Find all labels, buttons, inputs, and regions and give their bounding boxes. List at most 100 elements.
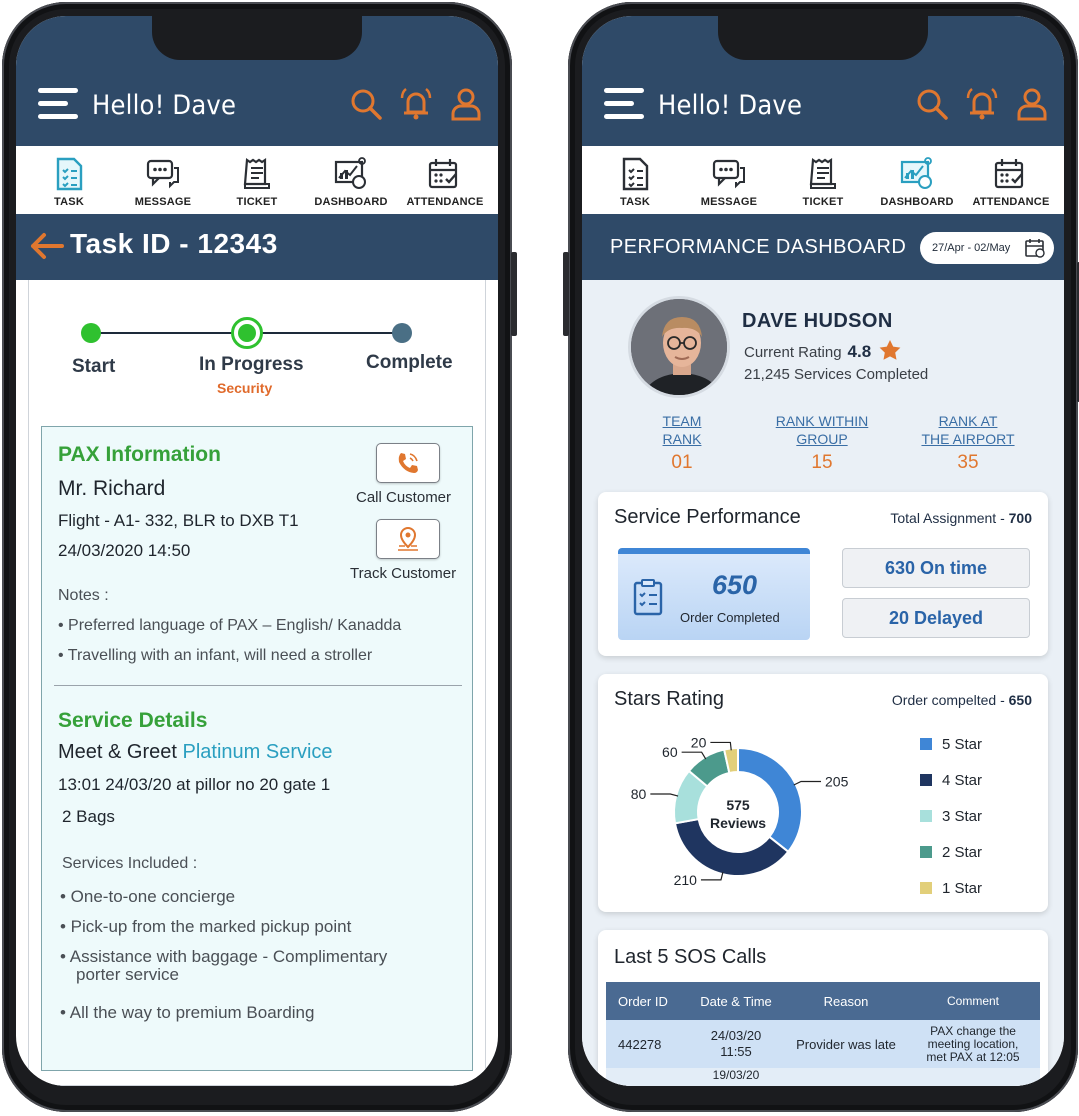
nav-task[interactable]: TASK	[25, 156, 113, 208]
nav-message[interactable]: MESSAGE	[685, 156, 773, 208]
included-2: • Pick-up from the marked pickup point	[60, 917, 352, 936]
step-start-label: Start	[72, 356, 116, 377]
donut-leader-line	[793, 780, 822, 786]
airport-rank[interactable]: RANK AT THE AIRPORT 35	[898, 412, 1038, 474]
step-progress-sub: Security	[217, 380, 273, 396]
order-completed-count-label: Order compelted -	[891, 692, 1009, 708]
note-1: • Preferred language of PAX – English/ K…	[58, 617, 402, 634]
delayed-button[interactable]: 20 Delayed	[842, 598, 1030, 638]
task-title: Task ID - 12343	[70, 228, 278, 259]
order-completed-count-value: 650	[1008, 692, 1032, 708]
progress-stepper: Start In Progress Security Complete	[29, 317, 485, 410]
row-date-time: 24/03/20 11:55	[686, 1028, 786, 1060]
order-completed-count: Order compelted - 650	[892, 692, 1032, 708]
service-tier: Platinum Service	[182, 741, 333, 763]
dashboard-icon	[900, 157, 932, 189]
group-rank-label-1: RANK WITHIN	[775, 413, 869, 429]
task-header: Task ID - 12343	[16, 214, 498, 280]
col-reason: Reason	[823, 993, 869, 1009]
row-comment-3: met PAX at 12:05	[926, 1049, 1020, 1064]
attendance-icon	[994, 159, 1024, 189]
user-icon[interactable]	[448, 86, 484, 122]
back-arrow-icon[interactable]	[30, 232, 64, 260]
donut-value-label: 60	[662, 744, 678, 760]
donut-value-label: 20	[691, 734, 707, 750]
menu-icon[interactable]	[604, 88, 644, 122]
call-customer-label: Call Customer	[356, 489, 452, 506]
group-rank-value: 15	[811, 452, 833, 473]
user-icon[interactable]	[1014, 86, 1050, 122]
phone-icon	[398, 453, 418, 473]
date-range-text: 27/Apr - 02/May	[932, 242, 1011, 254]
group-rank[interactable]: RANK WITHIN GROUP 15	[752, 412, 892, 474]
order-completed-label: Order Completed	[680, 610, 780, 625]
service-when: 13:01 24/03/20 at pillor no 20 gate 1	[58, 775, 331, 794]
on-time-button[interactable]: 630 On time	[842, 548, 1030, 588]
step-progress-label: In Progress	[199, 354, 304, 375]
team-rank-label-2: RANK	[662, 431, 702, 447]
col-date-time: Date & Time	[700, 993, 772, 1009]
avatar	[628, 296, 730, 398]
attendance-icon	[428, 159, 458, 189]
row-date: 19/03/20	[712, 1068, 760, 1082]
nav-ticket[interactable]: TICKET	[213, 156, 301, 208]
nav-dashboard-label: DASHBOARD	[880, 196, 954, 208]
search-icon[interactable]	[914, 86, 950, 122]
total-assignment-value: 700	[1008, 510, 1032, 526]
nav-ticket[interactable]: TICKET	[779, 156, 867, 208]
row-reason	[786, 1068, 906, 1086]
clipboard-icon	[633, 579, 663, 616]
task-icon	[56, 157, 83, 191]
track-customer-button[interactable]	[376, 519, 440, 559]
legend-swatch	[920, 774, 932, 786]
legend-swatch	[920, 846, 932, 858]
order-completed-box[interactable]: 650 Order Completed	[618, 548, 810, 640]
row-date: 24/03/20	[710, 1028, 762, 1043]
row-order-id	[606, 1068, 686, 1086]
profile-name: DAVE HUDSON	[742, 310, 893, 332]
legend-item-1-star: 1 Star	[920, 870, 982, 906]
menu-icon[interactable]	[38, 88, 78, 122]
nav-attendance-label: ATTENDANCE	[972, 196, 1050, 208]
donut-value-label: 205	[825, 774, 849, 790]
bell-icon[interactable]	[398, 86, 434, 122]
nav-message-label: MESSAGE	[134, 196, 192, 208]
nav-attendance[interactable]: ATTENDANCE	[401, 156, 489, 208]
nav-dashboard[interactable]: DASHBOARD	[873, 156, 961, 208]
nav-message[interactable]: MESSAGE	[119, 156, 207, 208]
legend-item-2-star: 2 Star	[920, 834, 982, 870]
greeting: Hello! Dave	[658, 90, 803, 121]
pax-datetime: 24/03/2020 14:50	[58, 541, 191, 560]
row-order-id: 442278	[618, 1036, 662, 1052]
bell-icon[interactable]	[964, 86, 1000, 122]
table-row[interactable]: 19/03/20	[606, 1068, 1040, 1086]
notch	[718, 16, 928, 60]
table-row[interactable]: 442278 24/03/20 11:55 Provider was late P…	[606, 1020, 1040, 1068]
profile-services: 21,245 Services Completed	[744, 366, 929, 383]
rating-label: Current Rating	[744, 344, 842, 361]
ticket-icon	[809, 157, 836, 189]
bottom-nav: TASK MESSAGE TICKET DASHBOARD ATTENDANCE	[582, 146, 1064, 214]
date-range-picker[interactable]: 27/Apr - 02/May	[920, 232, 1054, 264]
nav-message-label: MESSAGE	[700, 196, 758, 208]
notch	[152, 16, 362, 60]
nav-task-label: TASK	[54, 196, 84, 208]
team-rank[interactable]: TEAM RANK 01	[612, 412, 752, 474]
donut-center-value: 575	[726, 797, 750, 813]
call-customer-button[interactable]	[376, 443, 440, 483]
legend-swatch	[920, 882, 932, 894]
legend-item-5-star: 5 Star	[920, 726, 982, 762]
nav-ticket-label: TICKET	[802, 196, 844, 208]
nav-attendance[interactable]: ATTENDANCE	[967, 156, 1055, 208]
avatar-portrait-icon	[631, 299, 727, 395]
search-icon[interactable]	[348, 86, 384, 122]
team-rank-value: 01	[671, 452, 693, 473]
pax-heading: PAX Information	[58, 443, 221, 466]
nav-task[interactable]: TASK	[591, 156, 679, 208]
pax-panel: PAX Information Mr. Richard Flight - A1-…	[41, 426, 473, 1071]
step-progress-dot	[231, 317, 263, 349]
nav-dashboard[interactable]: DASHBOARD	[307, 156, 395, 208]
legend-item-4-star: 4 Star	[920, 762, 982, 798]
legend-item-3-star: 3 Star	[920, 798, 982, 834]
row-time: 11:55	[720, 1044, 752, 1059]
